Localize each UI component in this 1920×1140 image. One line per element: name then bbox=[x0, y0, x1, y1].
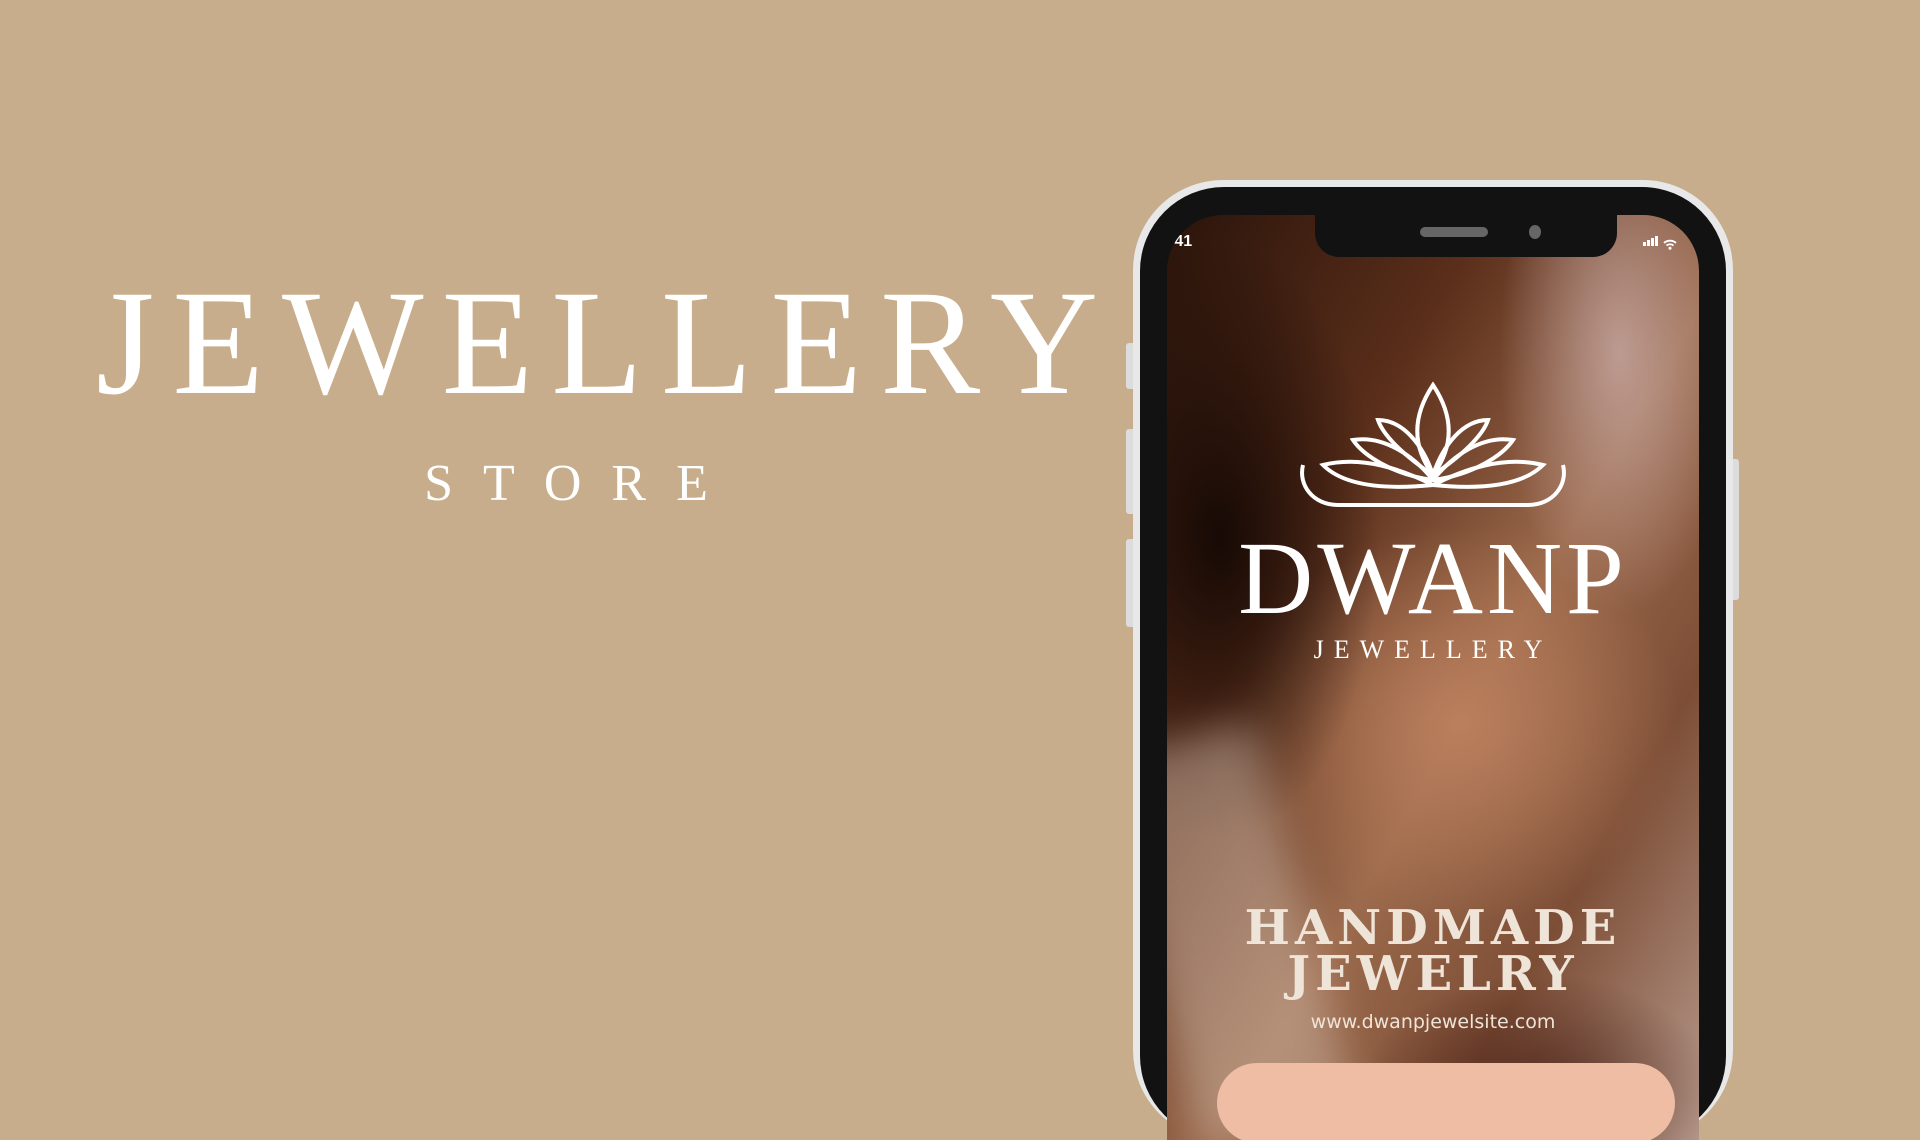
website-url[interactable]: www.dwanpjewelsite.com bbox=[1167, 1011, 1699, 1033]
volume-up-button bbox=[1126, 429, 1133, 514]
cta-button[interactable] bbox=[1217, 1063, 1675, 1140]
camera-icon bbox=[1529, 225, 1541, 239]
power-button bbox=[1732, 459, 1739, 600]
notch bbox=[1315, 215, 1617, 257]
status-time: :41 bbox=[1169, 233, 1193, 250]
crown-lotus-icon bbox=[1300, 381, 1566, 507]
phone-screen: :41 DWANP JEWELLERY HANDMADE JEWELRY www… bbox=[1167, 215, 1699, 1140]
phone-mockup: :41 DWANP JEWELLERY HANDMADE JEWELRY www… bbox=[1133, 180, 1733, 1140]
brand-logo: DWANP JEWELLERY bbox=[1167, 375, 1699, 665]
volume-down-button bbox=[1126, 539, 1133, 627]
status-icons bbox=[1643, 235, 1677, 250]
hero-subtitle: STORE bbox=[424, 455, 738, 512]
signal-icon bbox=[1643, 235, 1659, 250]
wifi-icon bbox=[1663, 239, 1677, 250]
speaker-icon bbox=[1420, 227, 1488, 237]
mute-switch bbox=[1126, 343, 1133, 389]
headline-line-1: HANDMADE bbox=[1244, 900, 1622, 956]
brand-name: DWANP bbox=[1238, 521, 1628, 636]
phone-bezel: :41 DWANP JEWELLERY HANDMADE JEWELRY www… bbox=[1140, 187, 1726, 1140]
hero-title: JEWELLERY bbox=[96, 260, 1117, 426]
headline-line-2: JEWELRY bbox=[1287, 946, 1579, 1002]
headline: HANDMADE JEWELRY bbox=[1167, 900, 1699, 1002]
brand-tagline: JEWELLERY bbox=[1313, 635, 1553, 664]
